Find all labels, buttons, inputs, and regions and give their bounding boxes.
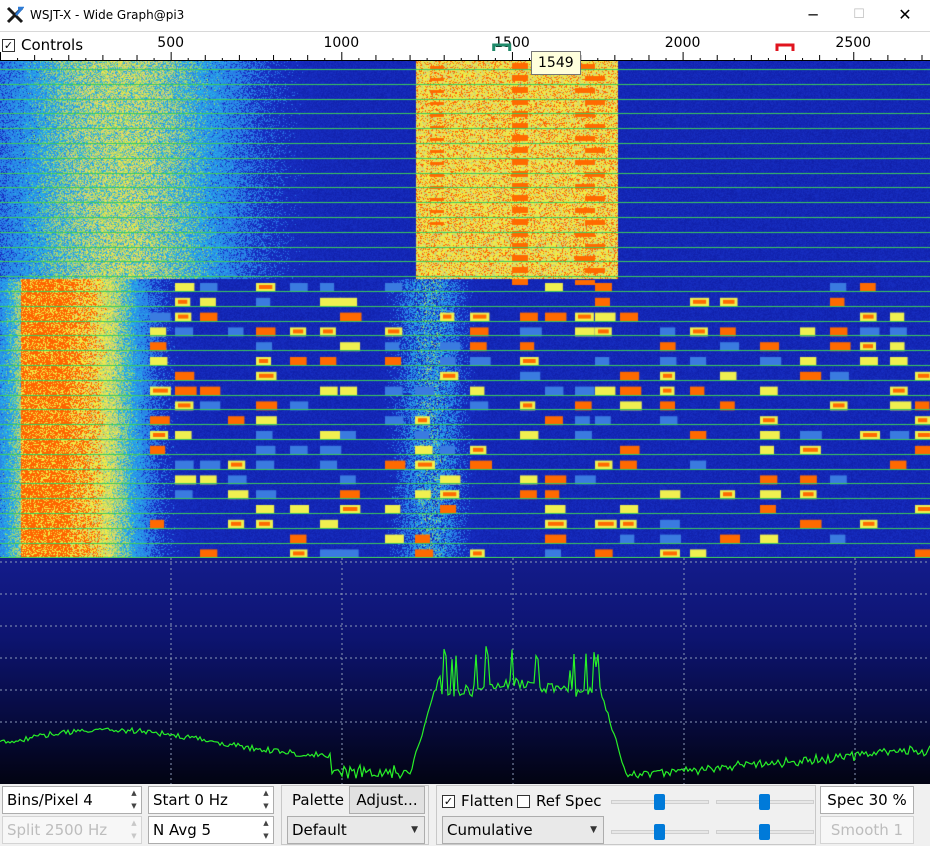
title-bar[interactable]: WSJT-X - Wide Graph@pi3 ─ ☐ ✕: [0, 0, 930, 31]
gain-slider-waterfall[interactable]: [611, 794, 709, 810]
flatten-label: Flatten: [461, 792, 514, 810]
wsjtx-logo-icon: [6, 6, 24, 24]
wide-graph-window: WSJT-X - Wide Graph@pi3 ─ ☐ ✕ 500 1000 150…: [0, 0, 930, 846]
ref-spec-checkbox-box[interactable]: [517, 794, 530, 808]
start-frequency-value: Start 0 Hz: [153, 791, 228, 809]
tx-frequency-marker[interactable]: [775, 43, 795, 51]
ruler-tick-label: 1000: [323, 35, 359, 51]
window-title: WSJT-X - Wide Graph@pi3: [30, 8, 185, 22]
n-avg-spinbox[interactable]: N Avg 5 ▲ ▼: [148, 816, 274, 844]
n-avg-value: N Avg 5: [153, 821, 212, 839]
frequency-ruler[interactable]: 500 1000 1500 2000 2500 ✓ Controls: [0, 31, 930, 61]
smooth-value: Smooth 1: [830, 821, 904, 839]
spectrum-mode-select[interactable]: Cumulative ▼: [442, 816, 604, 844]
controls-checkbox-label: Controls: [21, 36, 84, 54]
slider-thumb[interactable]: [654, 794, 665, 810]
flatten-checkbox-box[interactable]: ✓: [442, 794, 455, 808]
controls-checkbox-box[interactable]: ✓: [2, 38, 15, 52]
controls-checkbox[interactable]: ✓ Controls: [2, 35, 87, 55]
spec-percent-spinbox[interactable]: Spec 30 %: [820, 786, 914, 814]
ruler-tick-label: 2000: [665, 35, 701, 51]
bins-per-pixel-spinbox[interactable]: Bins/Pixel 4 ▲ ▼: [2, 786, 142, 814]
zero-slider-waterfall[interactable]: [716, 794, 814, 810]
frequency-tooltip: 1549: [531, 51, 581, 75]
palette-label: Palette: [287, 786, 349, 814]
split-value: Split 2500 Hz: [7, 821, 108, 839]
minimize-button[interactable]: ─: [790, 0, 836, 31]
ruler-tick-label: 500: [157, 35, 184, 51]
bins-spin-arrows-icon[interactable]: ▲ ▼: [127, 787, 141, 813]
spectrum-plot: [0, 558, 930, 784]
ruler-tick-label: 2500: [835, 35, 871, 51]
spectrum-mode-value: Cumulative: [447, 821, 533, 839]
chevron-down-icon: ▼: [411, 825, 418, 835]
palette-selected-value: Default: [292, 821, 347, 839]
waterfall-canvas[interactable]: [0, 61, 930, 558]
bins-per-pixel-value: Bins/Pixel 4: [7, 791, 93, 809]
graph-controls-panel: Bins/Pixel 4 ▲ ▼ Split 2500 Hz ▲ ▼ Start 0…: [0, 784, 930, 846]
slider-thumb[interactable]: [759, 794, 770, 810]
adjust-palette-button[interactable]: Adjust...: [349, 786, 425, 814]
palette-select[interactable]: Default ▼: [287, 816, 425, 844]
zero-slider-spectrum[interactable]: [716, 824, 814, 840]
spectrum-trace: [0, 646, 930, 780]
slider-thumb[interactable]: [654, 824, 665, 840]
n-avg-spin-arrows-icon[interactable]: ▲ ▼: [259, 817, 273, 843]
ref-spec-checkbox[interactable]: Ref Spec: [517, 792, 602, 810]
ref-spec-label: Ref Spec: [536, 792, 602, 810]
spec-percent-value: Spec 30 %: [827, 791, 907, 809]
flatten-checkbox[interactable]: ✓ Flatten: [442, 792, 514, 810]
start-spin-arrows-icon[interactable]: ▲ ▼: [259, 787, 273, 813]
slider-thumb[interactable]: [759, 824, 770, 840]
ruler-tick-label: 1500: [494, 35, 530, 51]
gain-slider-spectrum[interactable]: [611, 824, 709, 840]
ruler-scale: 500 1000 1500 2000 2500: [0, 35, 923, 60]
waterfall-display[interactable]: [0, 61, 930, 558]
maximize-button[interactable]: ☐: [836, 0, 882, 31]
start-frequency-spinbox[interactable]: Start 0 Hz ▲ ▼: [148, 786, 274, 814]
spectrum-display[interactable]: [0, 558, 930, 784]
split-spinbox: Split 2500 Hz ▲ ▼: [2, 816, 142, 844]
split-spin-arrows-icon: ▲ ▼: [131, 819, 137, 840]
smooth-spinbox: Smooth 1: [820, 816, 914, 844]
chevron-down-icon: ▼: [590, 825, 597, 835]
close-button[interactable]: ✕: [882, 0, 928, 31]
